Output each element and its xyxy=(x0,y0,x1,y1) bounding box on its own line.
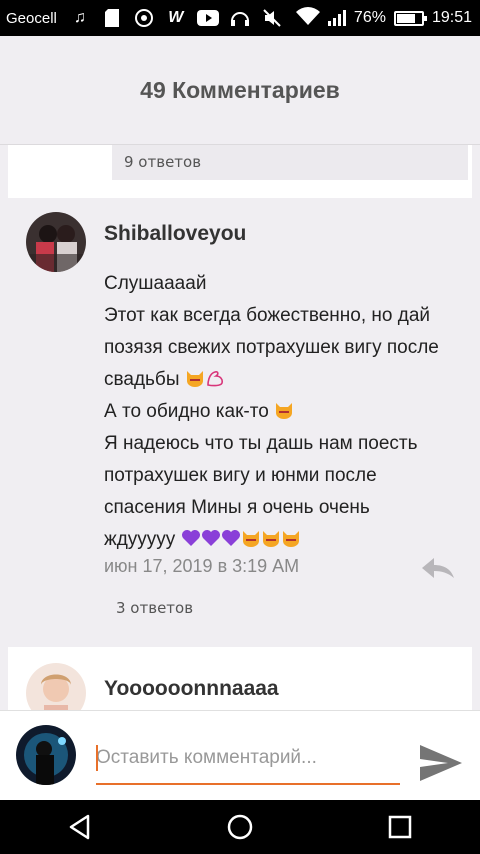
comment-line: А то обидно как-то xyxy=(104,401,269,422)
view-replies-button[interactable]: 3 ответов xyxy=(116,599,193,617)
comment-line: ждууууу xyxy=(104,529,176,550)
comment-line: Этот как всегда божественно, но дай xyxy=(104,305,430,326)
home-circle-icon xyxy=(227,814,253,840)
previous-comment-card: 9 ответов xyxy=(8,144,472,198)
comment-line: спасения Мины я очень очень xyxy=(104,497,370,518)
comment-text: Слушаааай Этот как всегда божественно, н… xyxy=(104,268,474,556)
signal-icon xyxy=(327,10,346,26)
recents-square-icon xyxy=(388,815,412,839)
status-icons: ♫ W xyxy=(69,8,283,28)
comment-timestamp: июн 17, 2019 в 3:19 AM xyxy=(104,556,300,576)
text-caret xyxy=(96,745,98,771)
avatar[interactable] xyxy=(16,725,76,785)
next-comment-card: Yoooooonnnaaaa xyxy=(8,647,472,710)
sd-card-icon xyxy=(101,8,123,28)
back-triangle-icon xyxy=(69,814,90,840)
status-right: 76% 19:51 xyxy=(295,0,472,36)
wifi-icon xyxy=(295,6,320,30)
page-title: 49 Комментариев xyxy=(140,76,340,103)
clock: 19:51 xyxy=(431,9,472,26)
flexed-bicep-emoji-icon xyxy=(206,371,223,387)
location-target-icon xyxy=(133,8,155,28)
comment-feed[interactable]: 9 ответов Shiballoveyou Слушаааай Этот к… xyxy=(0,144,480,710)
view-replies-button[interactable]: 9 ответов xyxy=(112,144,468,180)
send-button[interactable] xyxy=(418,741,464,785)
send-icon xyxy=(420,745,462,781)
comment-username[interactable]: Yoooooonnnaaaa xyxy=(104,677,279,701)
comment-input[interactable] xyxy=(96,733,400,785)
status-bar: Geocell ♫ W 76% 19:51 xyxy=(0,0,480,36)
battery-fill xyxy=(396,13,415,23)
comment-line: позязя свежих потрахушек вигу после xyxy=(104,337,439,358)
comments-header: 49 Комментариев xyxy=(0,36,480,145)
mute-icon xyxy=(261,8,283,28)
youtube-icon xyxy=(196,8,219,28)
purple-heart-icon xyxy=(201,530,220,546)
comment-composer xyxy=(0,710,480,801)
comment-line: Я надеюсь что ты дашь нам поесть xyxy=(104,433,418,454)
purple-heart-icon xyxy=(181,530,200,546)
headset-icon xyxy=(229,8,251,28)
comment-line: Слушаааай xyxy=(104,273,207,294)
replies-count-label: 9 ответов xyxy=(124,153,202,171)
comment-username[interactable]: Shiballoveyou xyxy=(104,222,246,246)
laughing-cat-emoji-icon xyxy=(262,531,279,547)
laughing-cat-emoji-icon xyxy=(186,371,203,387)
avatar[interactable] xyxy=(26,663,86,710)
comment-line-with-emoji: свадьбы xyxy=(104,364,474,396)
comment-line-with-emoji: А то обидно как-то xyxy=(104,396,474,428)
home-button[interactable] xyxy=(210,800,270,854)
reply-icon[interactable] xyxy=(420,556,456,580)
music-icon: ♫ xyxy=(73,9,86,26)
carrier-label: Geocell xyxy=(6,9,57,27)
comment-line-with-emoji: ждууууу xyxy=(104,524,474,556)
recents-button[interactable] xyxy=(370,800,430,854)
battery-percent: 76% xyxy=(353,9,386,26)
system-nav-bar xyxy=(0,800,480,854)
back-button[interactable] xyxy=(50,800,110,854)
w-app-icon: W xyxy=(168,9,184,26)
purple-heart-icon xyxy=(221,530,240,546)
comment-line: свадьбы xyxy=(104,369,180,390)
laughing-cat-emoji-icon xyxy=(282,531,299,547)
avatar[interactable] xyxy=(26,212,86,272)
comment-line: потрахушек вигу и юнми после xyxy=(104,465,377,486)
laughing-cat-emoji-icon xyxy=(276,403,293,419)
battery-icon xyxy=(393,10,427,26)
laughing-cat-emoji-icon xyxy=(242,531,259,547)
